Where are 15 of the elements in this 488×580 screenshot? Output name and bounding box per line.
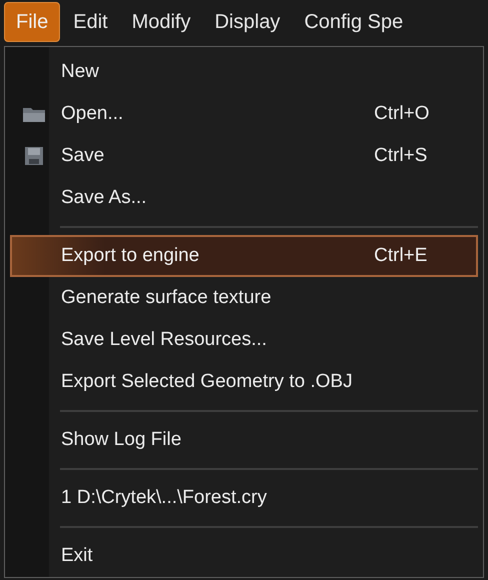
menu-bar-item[interactable]: Config Spe (293, 2, 414, 42)
menu-item[interactable]: Show Log File (10, 419, 478, 461)
menu-item[interactable]: Save Ctrl+S (10, 135, 478, 177)
menu-item[interactable]: Save Level Resources... (10, 319, 478, 361)
menu-item[interactable]: Export Selected Geometry to .OBJ (10, 361, 478, 403)
menu-bar-item[interactable]: Edit (62, 2, 119, 42)
menu-item[interactable]: Exit (10, 535, 478, 577)
menu-item[interactable]: 1 D:\Crytek\...\Forest.cry (10, 477, 478, 519)
menu-item[interactable]: Open... Ctrl+O (10, 93, 478, 135)
menu-bar-item[interactable]: Modify (120, 2, 202, 42)
menu-item[interactable]: New (10, 51, 478, 93)
menu-bar-item[interactable]: Display (204, 2, 292, 42)
menu-item[interactable]: Save As... (10, 177, 478, 219)
menu-item[interactable]: Generate surface texture (10, 277, 478, 319)
menu-item[interactable]: Export to engine Ctrl+E (10, 235, 478, 277)
